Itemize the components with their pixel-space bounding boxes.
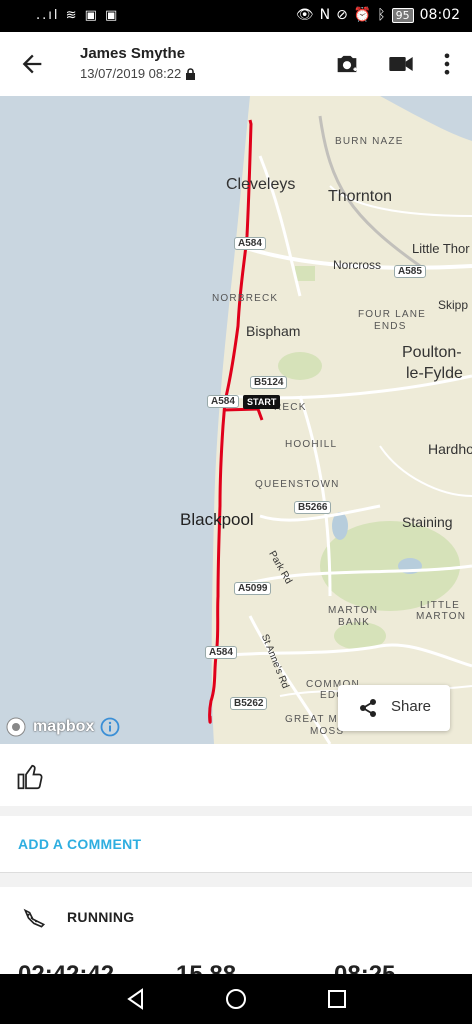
thumbs-up-icon[interactable] [16,762,46,792]
road-shield: A584 [207,395,239,408]
district-label: MARTON [328,605,379,616]
district-label: MARTON [416,611,467,622]
divider [0,806,472,816]
road-shield: A584 [234,237,266,250]
map-label: Norcross [333,258,382,272]
map-label: le-Fylde [406,365,463,382]
district-label: HOOHILL [285,439,338,450]
add-comment-button[interactable]: ADD A COMMENT [0,816,472,873]
map-label: Poulton- [402,344,462,361]
running-shoe-icon [23,908,46,928]
clock: 08:02 [419,7,460,23]
nav-home-icon[interactable] [224,987,248,1011]
battery-icon: 95 [391,7,414,23]
map-label: Little Thor [412,241,470,256]
activity-date: 13/07/2019 08:22 [80,66,196,81]
district-label: LITTLE [420,600,460,611]
route-map[interactable]: Cleveleys Thornton Little Thor Norcross … [0,96,472,744]
district-label: ENDS [374,321,407,332]
reactions-bar [0,744,472,806]
mapbox-logo-icon [6,717,26,737]
add-comment-label: ADD A COMMENT [18,836,142,852]
status-right: 👁 N ⊘ ⏰ ᛒ 95 08:02 [296,7,460,23]
app-bar: James Smythe 13/07/2019 08:22 [0,32,472,96]
district-label: BANK [338,617,371,628]
road-shield: B5262 [230,697,268,710]
nav-recents-icon[interactable] [325,987,349,1011]
alarm-icon: ⏰ [353,7,372,23]
mapbox-attribution[interactable]: mapbox [5,716,120,738]
mapbox-wordmark: mapbox [33,718,95,735]
map-label: Bispham [246,323,301,339]
more-options-icon[interactable] [433,50,461,78]
bluetooth-icon: ᛒ [377,7,386,23]
district-label: FOUR LANE [358,309,427,320]
road-shield: A585 [394,265,426,278]
athlete-name: James Smythe [80,45,186,62]
date-text: 13/07/2019 08:22 [80,66,182,81]
road-shield: B5266 [294,501,332,514]
map-label: Thornton [328,188,393,205]
activity-summary: RUNNING 02:42:42 15.88 08:25 [0,887,472,977]
start-marker[interactable]: START [243,395,281,409]
eye-icon: 👁 [295,7,314,23]
map-label: Skipp [438,298,469,312]
map-label: Blackpool [180,510,254,529]
status-icons: ..ıl ≋ ▣ ▣ [36,8,120,23]
share-button[interactable]: Share [338,685,450,731]
district-label: NORBRECK [212,293,279,304]
mute-icon: ⊘ [336,7,348,23]
district-label: BURN NAZE [335,136,404,147]
back-arrow-icon[interactable] [18,50,46,78]
road-shield: A5099 [234,582,272,595]
district-label: QUEENSTOWN [255,479,340,490]
nav-back-icon[interactable] [124,987,148,1011]
road-shield: B5124 [250,376,288,389]
share-icon [360,699,376,717]
map-label: Hardho [428,441,472,457]
info-icon[interactable] [100,717,120,737]
map-label: Staining [402,514,453,530]
system-nav-bar [0,974,472,1024]
divider [0,873,472,887]
video-camera-icon[interactable] [387,50,415,78]
district-label: GREAT MA [285,714,346,725]
add-photo-icon[interactable] [333,50,361,78]
share-label: Share [391,698,432,715]
nfc-icon: N [319,7,331,23]
status-bar: ..ıl ≋ ▣ ▣ 👁 N ⊘ ⏰ ᛒ 95 08:02 [0,0,472,32]
lock-icon [186,67,196,80]
road-shield: A584 [205,646,237,659]
map-label: Cleveleys [226,176,296,193]
activity-type: RUNNING [67,909,135,925]
